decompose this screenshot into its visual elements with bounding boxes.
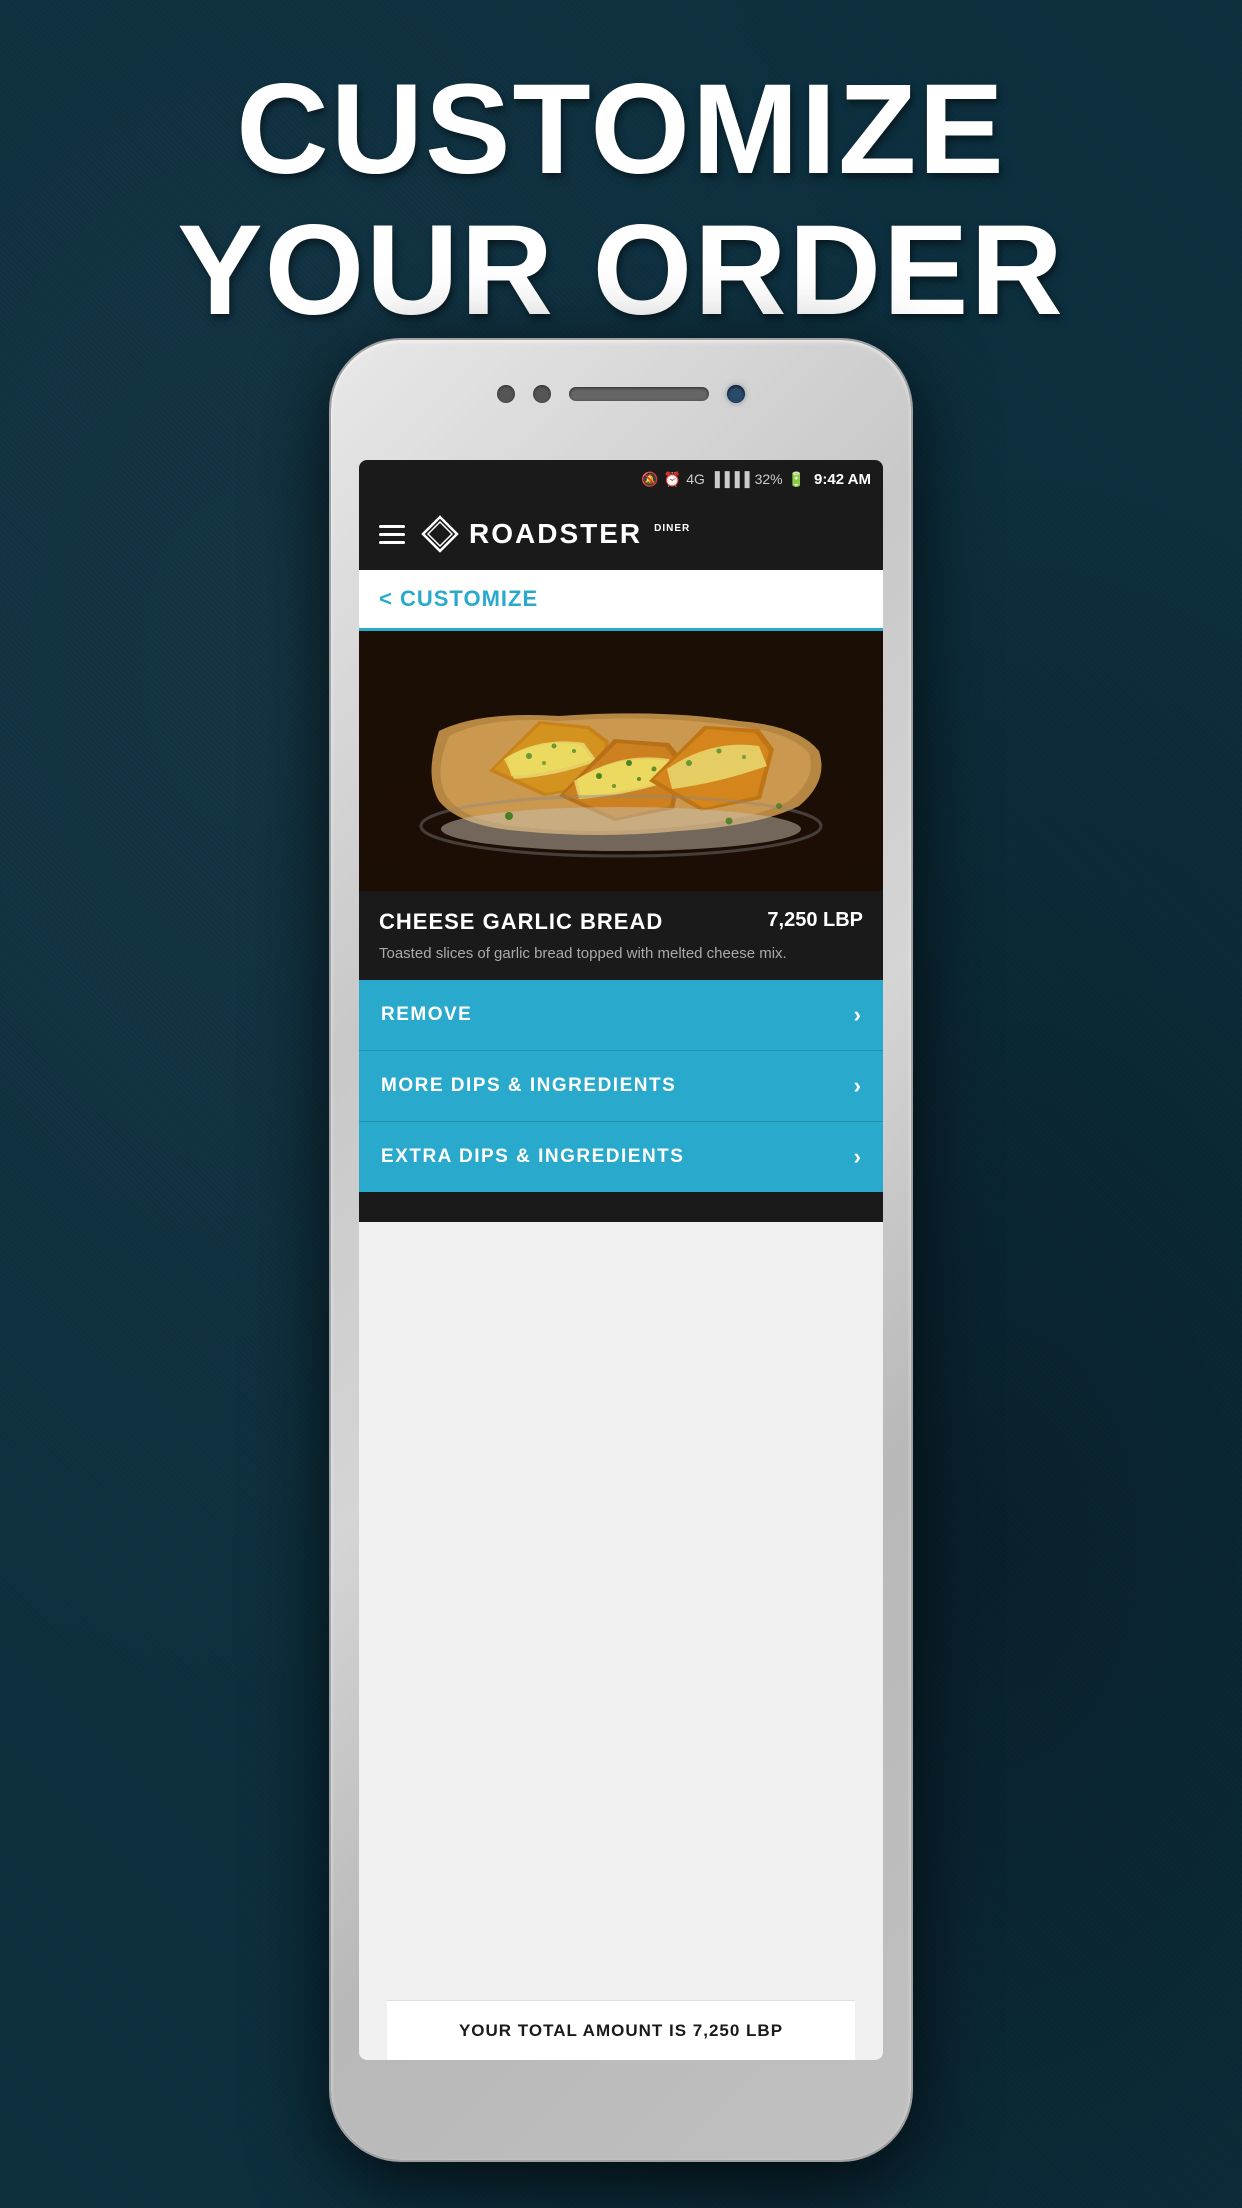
option-extra-dips-label: EXTRA DIPS & INGREDIENTS <box>381 1146 684 1168</box>
option-remove[interactable]: REMOVE › <box>359 980 883 1051</box>
status-time: 9:42 AM <box>814 471 871 488</box>
mute-icon: 🔕 <box>641 471 658 488</box>
item-description: Toasted slices of garlic bread topped wi… <box>379 943 863 964</box>
brand-logo-icon <box>421 515 459 553</box>
food-image <box>359 631 883 891</box>
brand-name: ROADSTER <box>469 518 642 550</box>
item-title-row: CHEESE GARLIC BREAD 7,250 LBP <box>379 909 863 935</box>
option-extra-dips[interactable]: EXTRA DIPS & INGREDIENTS › <box>359 1122 883 1192</box>
status-bar: 🔕 ⏰ 4G ▐▐▐▐ 32% 🔋 9:42 AM <box>359 460 883 498</box>
battery-percent: 32% <box>755 471 783 487</box>
option-more-dips-label: MORE DIPS & INGREDIENTS <box>381 1075 676 1097</box>
status-icons: 🔕 ⏰ 4G ▐▐▐▐ 32% 🔋 9:42 AM <box>641 471 871 488</box>
front-camera-1 <box>497 385 515 403</box>
hamburger-line-1 <box>379 525 405 528</box>
total-amount-text: YOUR TOTAL AMOUNT IS 7,250 LBP <box>459 2021 783 2041</box>
phone-mockup: 🔕 ⏰ 4G ▐▐▐▐ 32% 🔋 9:42 AM <box>331 340 911 2160</box>
total-bar: YOUR TOTAL AMOUNT IS 7,250 LBP <box>387 2000 855 2060</box>
customize-back-nav[interactable]: < CUSTOMIZE <box>359 570 883 631</box>
item-info-section: CHEESE GARLIC BREAD 7,250 LBP Toasted sl… <box>359 891 883 980</box>
item-name: CHEESE GARLIC BREAD <box>379 909 757 935</box>
phone-screen: 🔕 ⏰ 4G ▐▐▐▐ 32% 🔋 9:42 AM <box>359 460 883 2060</box>
app-header: ROADSTER DINER <box>359 498 883 570</box>
signal-text: 4G <box>686 471 705 487</box>
phone-top-bar <box>497 385 745 403</box>
item-price: 7,250 LBP <box>767 909 863 932</box>
hamburger-line-3 <box>379 541 405 544</box>
alarm-icon: ⏰ <box>664 471 681 488</box>
options-list: REMOVE › MORE DIPS & INGREDIENTS › EXTRA… <box>359 980 883 1192</box>
option-remove-label: REMOVE <box>381 1004 472 1026</box>
food-image-bg <box>359 631 883 891</box>
headline-section: CUSTOMIZE YOUR ORDER <box>0 0 1242 382</box>
chevron-right-icon-3: › <box>854 1144 861 1170</box>
option-more-dips[interactable]: MORE DIPS & INGREDIENTS › <box>359 1051 883 1122</box>
speaker-grille <box>569 387 709 401</box>
headline-line1: CUSTOMIZE <box>0 60 1242 201</box>
front-camera-2 <box>533 385 551 403</box>
battery-icon: 🔋 <box>788 471 805 488</box>
signal-bars: ▐▐▐▐ <box>710 471 750 487</box>
back-link-label: < CUSTOMIZE <box>379 586 863 612</box>
food-illustration <box>359 631 883 891</box>
menu-button[interactable] <box>379 525 405 544</box>
brand-logo: ROADSTER DINER <box>421 515 690 553</box>
camera-lens <box>727 385 745 403</box>
headline-line2: YOUR ORDER <box>0 201 1242 342</box>
hamburger-line-2 <box>379 533 405 536</box>
chevron-right-icon-2: › <box>854 1073 861 1099</box>
bottom-dark-area <box>359 1192 883 1222</box>
brand-sub: DINER <box>654 523 690 534</box>
chevron-right-icon-1: › <box>854 1002 861 1028</box>
